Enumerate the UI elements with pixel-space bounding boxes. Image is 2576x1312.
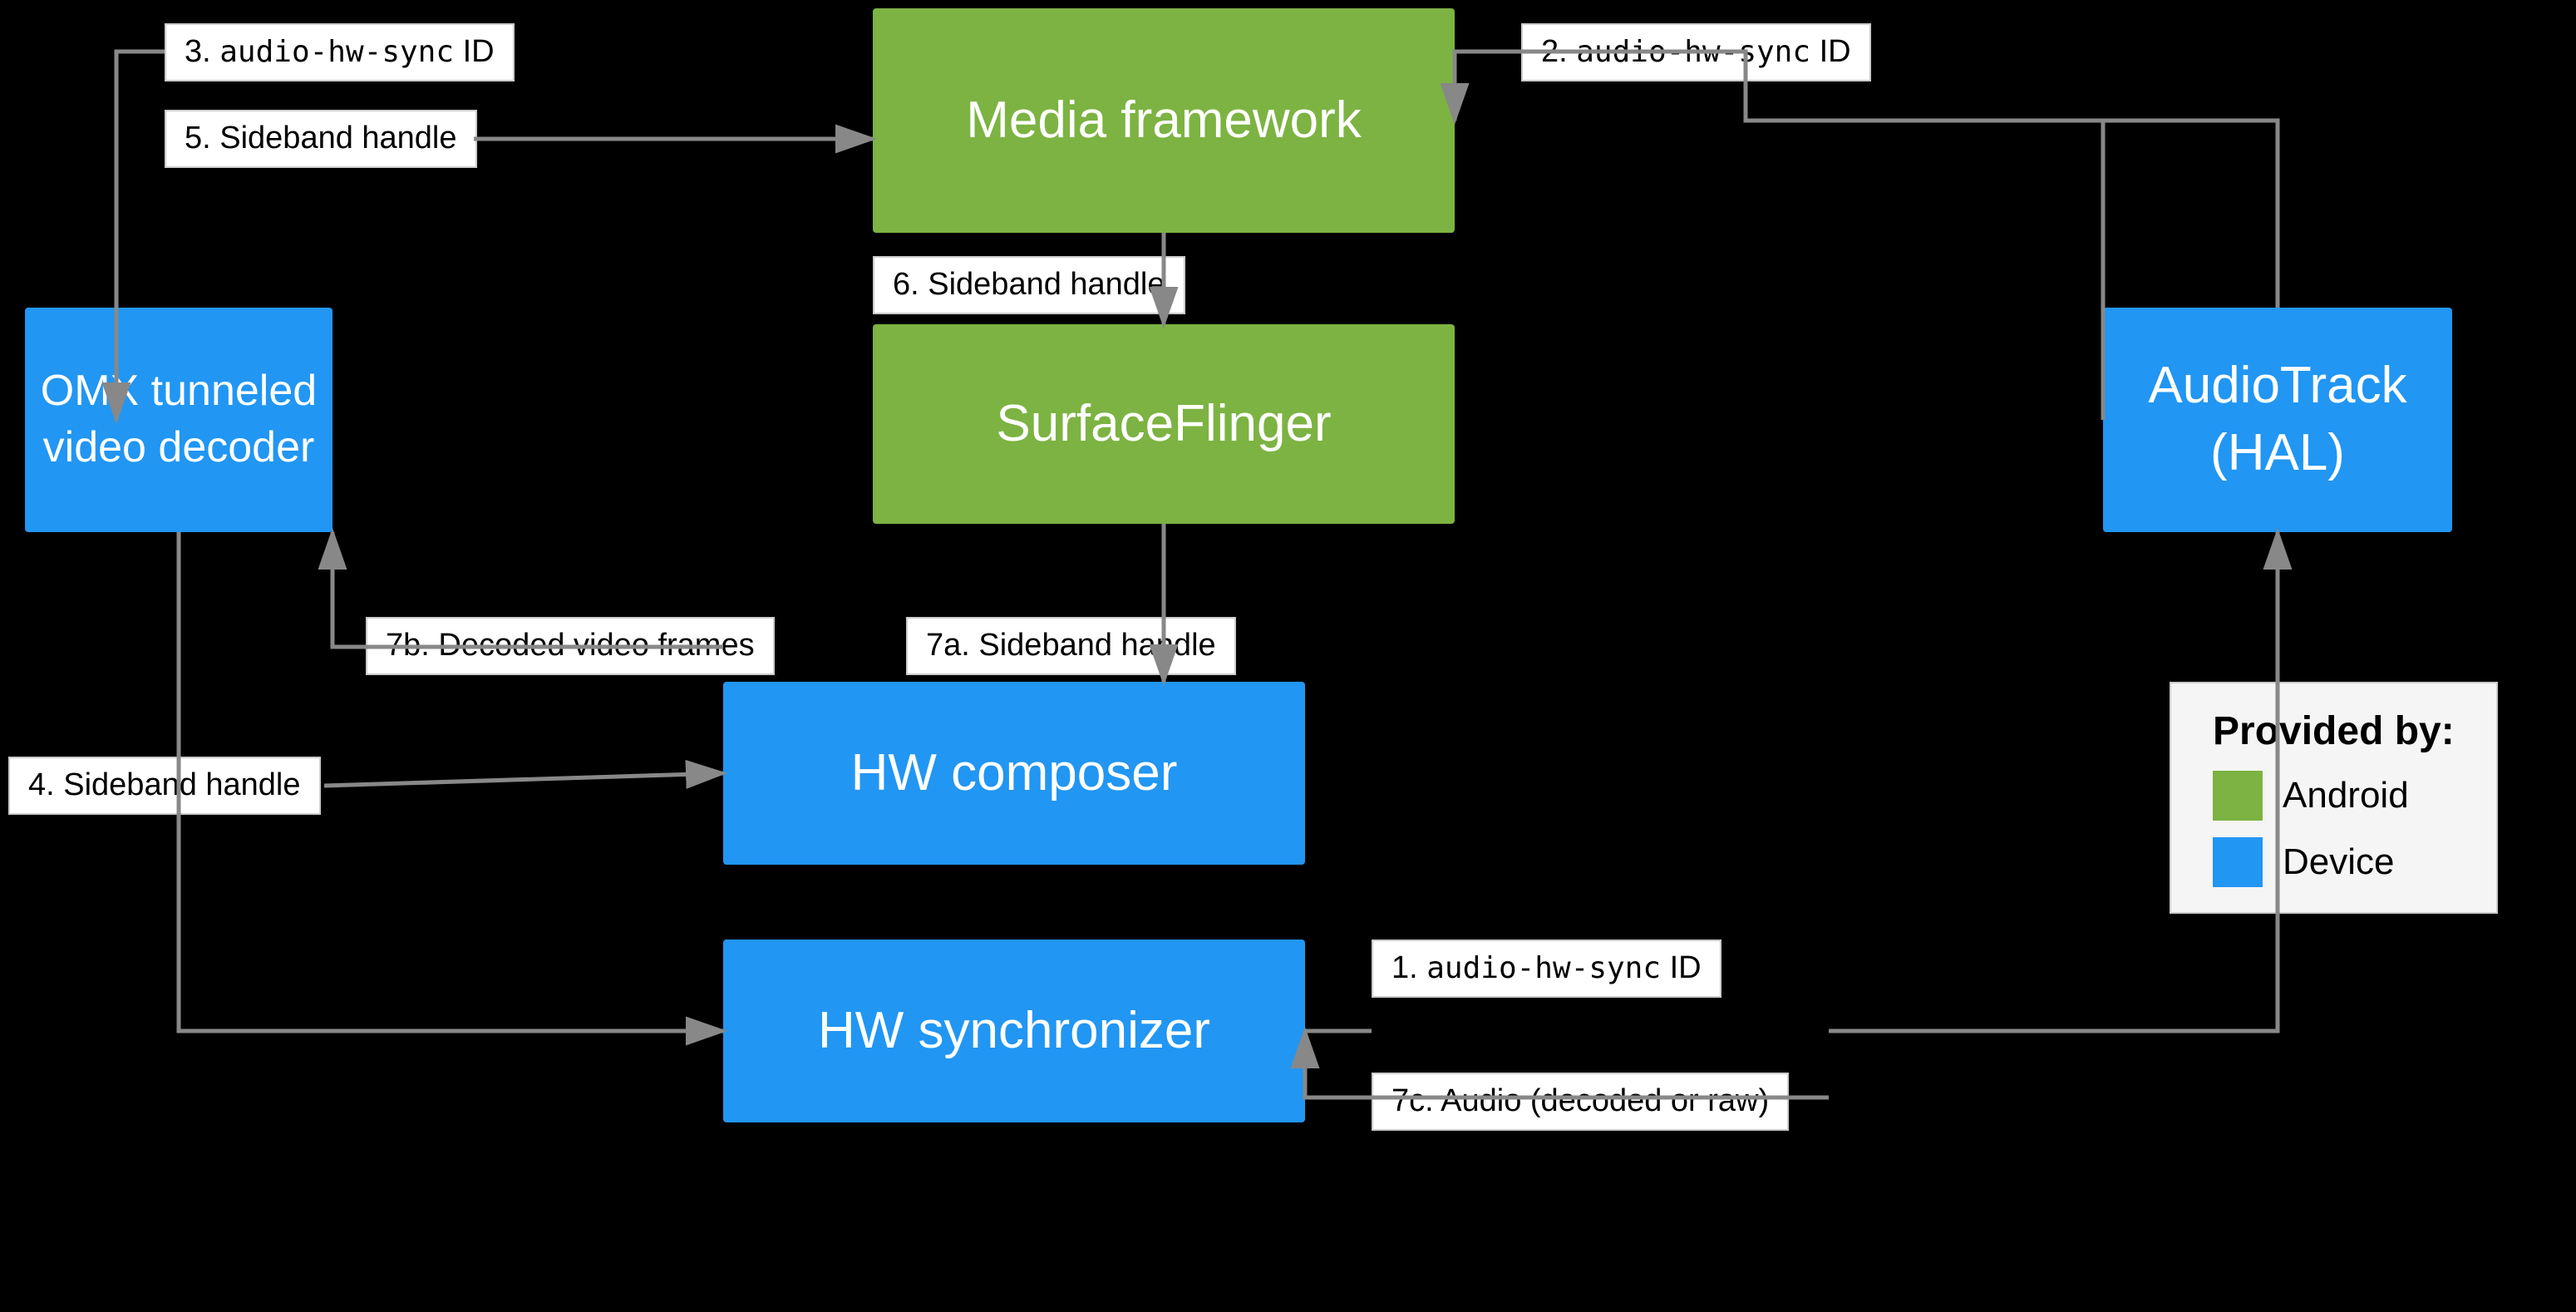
legend-device-swatch — [2213, 837, 2263, 887]
step7c-label: 7c. Audio (decoded or raw) — [1372, 1073, 1789, 1131]
audio-track-block: AudioTrack(HAL) — [2103, 308, 2452, 532]
omx-decoder-block: OMX tunneledvideo decoder — [25, 308, 332, 532]
step4-label: 4. Sideband handle — [8, 757, 321, 815]
hw-composer-block: HW composer — [723, 682, 1305, 865]
hw-sync-label: HW synchronizer — [818, 998, 1210, 1065]
surface-flinger-label: SurfaceFlinger — [996, 391, 1331, 458]
step6-label: 6. Sideband handle — [873, 256, 1185, 314]
media-framework-block: Media framework — [873, 8, 1455, 233]
legend-android-label: Android — [2283, 775, 2409, 816]
legend-android-swatch — [2213, 771, 2263, 821]
media-framework-label: Media framework — [966, 87, 1361, 155]
step5-label: 5. Sideband handle — [165, 110, 477, 168]
step7a-label: 7a. Sideband handle — [906, 617, 1236, 675]
legend-device-label: Device — [2283, 841, 2395, 883]
audio-track-label: AudioTrack(HAL) — [2148, 353, 2406, 486]
legend-title: Provided by: — [2213, 708, 2455, 754]
legend-device: Device — [2213, 837, 2455, 887]
step7b-label: 7b. Decoded video frames — [366, 617, 775, 675]
surface-flinger-block: SurfaceFlinger — [873, 324, 1455, 524]
step2-label: 2. audio-hw-sync ID — [1521, 23, 1871, 81]
legend-android: Android — [2213, 771, 2455, 821]
step3-label: 3. audio-hw-sync ID — [165, 23, 515, 81]
hw-composer-label: HW composer — [851, 740, 1178, 807]
hw-sync-block: HW synchronizer — [723, 940, 1305, 1122]
legend-box: Provided by: Android Device — [2170, 682, 2498, 914]
omx-decoder-label: OMX tunneledvideo decoder — [41, 363, 317, 476]
step1-label: 1. audio-hw-sync ID — [1372, 940, 1721, 998]
